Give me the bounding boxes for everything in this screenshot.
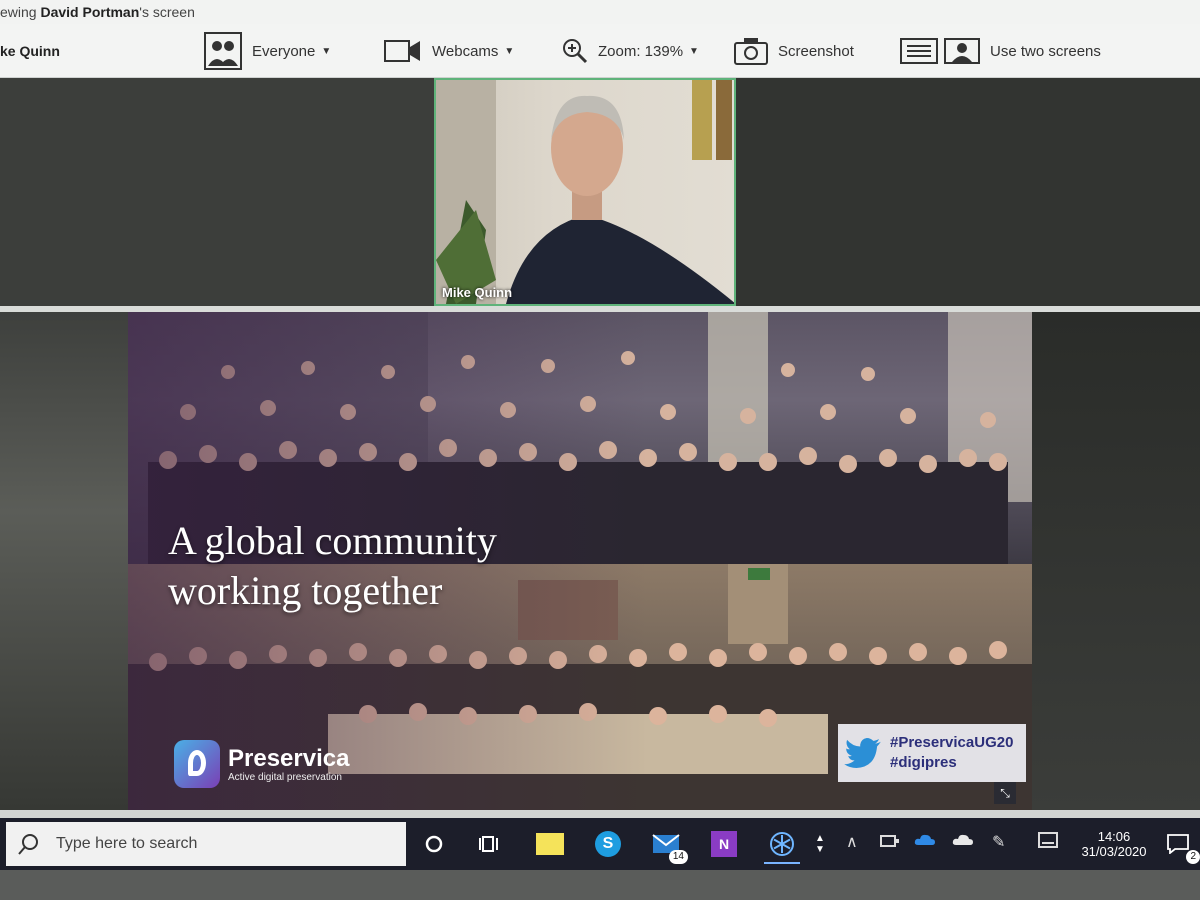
slide-headline: A global community working together [168, 516, 497, 616]
headline-line-1: A global community [168, 518, 497, 563]
hashtag-1: #PreservicaUG20 [890, 734, 1014, 751]
brand-tagline: Active digital preservation [228, 771, 342, 783]
banner-presenter: David Portman [40, 4, 140, 20]
snowflake-icon [770, 832, 794, 856]
task-view-glyph-icon [479, 836, 498, 852]
headline-line-2: working together [168, 568, 443, 613]
notifications-icon[interactable]: 2 [1160, 826, 1200, 864]
webcam-tile[interactable]: Mike Quinn [434, 78, 736, 306]
zoom-icon [563, 39, 588, 64]
chevron-down-icon: ▼ [504, 45, 515, 57]
onenote-icon[interactable]: N [706, 826, 742, 862]
presentation-slide: A global community working together Pres… [128, 312, 1032, 810]
zoom-button[interactable]: Zoom: 139% ▼ [562, 24, 699, 78]
skype-icon[interactable]: S [590, 826, 626, 862]
zoom-label: Zoom: 139% [598, 42, 684, 60]
cloud-white-icon [952, 834, 973, 845]
use-two-screens-button[interactable]: Use two screens [900, 24, 1101, 78]
preservica-logo-icon [174, 740, 220, 788]
everyone-label: Everyone [252, 42, 316, 60]
everyone-button[interactable]: Everyone ▼ [204, 24, 331, 78]
chevron-down-icon: ▼ [689, 45, 699, 57]
mail-icon[interactable]: 14 [648, 826, 688, 864]
device-icon [880, 835, 899, 847]
banner-suffix: 's screen [139, 4, 195, 20]
presenter-name-text: ke Quinn [0, 43, 60, 59]
onedrive-white-icon[interactable] [952, 832, 974, 851]
clock-time: 14:06 [1097, 829, 1131, 844]
windows-taskbar: Type here to search S 14 N ▲ ▼ ∧ ✎ 14:06… [0, 818, 1200, 870]
task-view-icon[interactable] [472, 826, 508, 862]
webcam-icon [384, 40, 420, 62]
meeting-toolbar: ke Quinn Everyone ▼ Webcams ▼ Zoom: 139%… [0, 24, 1200, 78]
search-placeholder: Type here to search [56, 835, 198, 852]
screenshot-label: Screenshot [778, 42, 854, 60]
chevron-up-icon[interactable]: ∧ [846, 832, 858, 852]
screen-margin-right [1032, 312, 1200, 810]
circle-icon [425, 835, 443, 853]
people-icon [204, 32, 242, 70]
active-app-icon[interactable] [764, 826, 800, 864]
clock-date: 31/03/2020 [1081, 844, 1147, 859]
chevron-down-icon: ▼ [321, 45, 332, 57]
touch-keyboard-icon[interactable] [1038, 832, 1058, 853]
webcams-label: Webcams [432, 42, 499, 60]
preservica-logo-text: Preservica Active digital preservation [228, 744, 350, 783]
taskbar-scroll-chevrons-icon[interactable]: ▲ ▼ [810, 826, 830, 862]
network-icon[interactable] [880, 832, 900, 853]
notifications-badge: 2 [1186, 850, 1200, 864]
cortana-icon[interactable] [416, 826, 452, 862]
keyboard-icon [1038, 832, 1058, 848]
camera-icon [734, 38, 768, 65]
use-two-screens-label: Use two screens [990, 42, 1101, 60]
preservica-logo: Preservica Active digital preservation [174, 740, 349, 788]
person-screen-icon [944, 38, 980, 64]
viewer-banner: ewing David Portman's screen [0, 0, 1200, 24]
list-view-icon [900, 38, 938, 64]
speech-bubble-icon [1167, 834, 1189, 854]
screen-margin-left [0, 312, 128, 810]
taskbar-clock[interactable]: 14:06 31/03/2020 [1074, 818, 1154, 870]
taskbar-search-box[interactable]: Type here to search [6, 822, 406, 866]
twitter-bird-icon [844, 738, 881, 768]
search-icon [18, 834, 38, 855]
hashtag-box: #PreservicaUG20 #digipres [838, 724, 1026, 782]
hashtag-list: #PreservicaUG20 #digipres [890, 733, 1013, 773]
sticky-notes-icon[interactable] [532, 826, 568, 862]
monitor-bezel [0, 870, 1200, 900]
cloud-blue-icon [914, 834, 935, 845]
screenshot-button[interactable]: Screenshot [734, 24, 854, 78]
participant-name: Mike Quinn [442, 285, 513, 300]
pen-icon[interactable]: ✎ [992, 832, 1005, 852]
webcam-video [436, 80, 734, 304]
video-tile-empty-right [736, 78, 1200, 306]
screen-bottom-edge [0, 810, 1200, 818]
onedrive-blue-icon[interactable] [914, 832, 936, 851]
brand-name: Preservica [228, 744, 350, 772]
video-tile-empty-left [0, 78, 434, 306]
collapse-icon[interactable]: ⤡ [994, 782, 1016, 804]
presenter-name: ke Quinn [0, 24, 60, 78]
hashtag-2: #digipres [890, 754, 957, 771]
banner-prefix: ewing [0, 4, 41, 20]
webcams-button[interactable]: Webcams ▼ [384, 24, 514, 78]
mail-badge: 14 [668, 850, 688, 864]
